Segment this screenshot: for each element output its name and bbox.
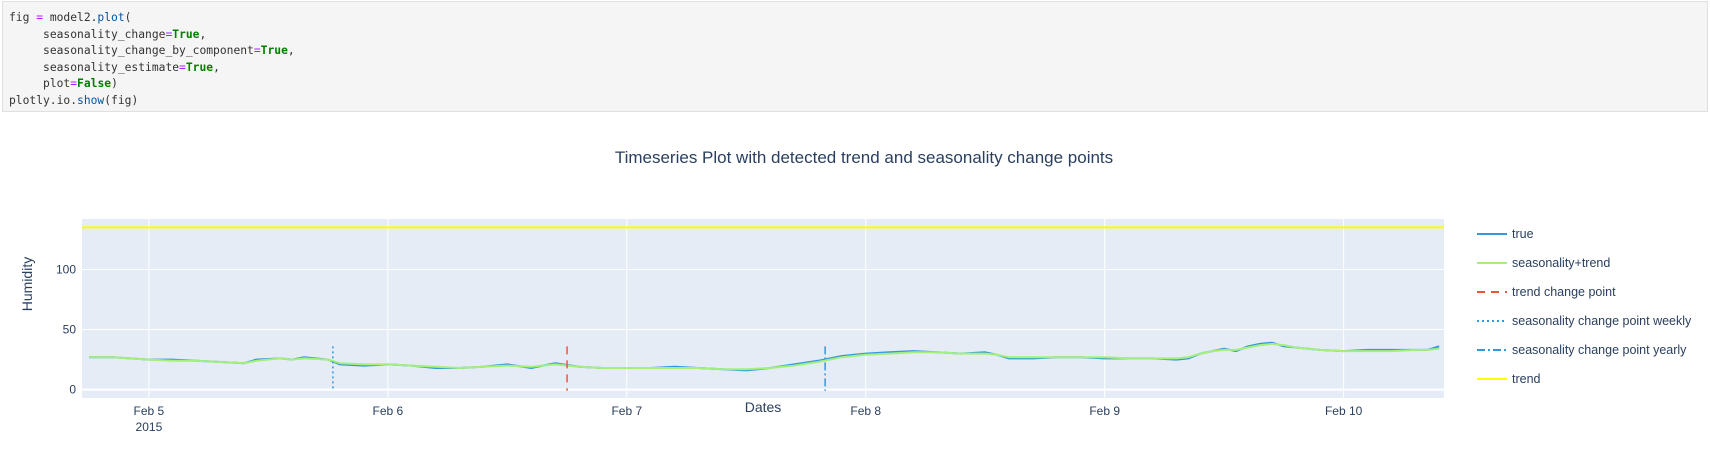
code-token: ): [111, 77, 118, 91]
legend-item[interactable]: trend: [1477, 372, 1541, 386]
code-token: True: [185, 60, 214, 74]
code-token: seasonality_change_by_component: [43, 44, 254, 58]
legend-item[interactable]: seasonality change point yearly: [1477, 343, 1687, 357]
code-token: show: [77, 93, 105, 107]
legend-item[interactable]: trend change point: [1477, 285, 1616, 299]
code-token: (: [124, 11, 132, 24]
chart-title: Timeseries Plot with detected trend and …: [615, 148, 1113, 167]
code-token: plot: [43, 77, 71, 91]
code-token: =: [253, 44, 261, 58]
code-token: False: [77, 77, 112, 91]
legend-item[interactable]: seasonality+trend: [1477, 256, 1610, 270]
x-tick-label: Feb 9: [1089, 404, 1120, 418]
code-token: fig: [9, 11, 30, 24]
timeseries-chart[interactable]: Timeseries Plot with detected trend and …: [0, 112, 1710, 464]
code-token: ,: [199, 27, 207, 41]
y-tick-label: 0: [69, 383, 76, 397]
x-tick-label: Feb 10: [1325, 404, 1363, 418]
code-token: seasonality_estimate: [43, 60, 180, 74]
legend-label: seasonality change point yearly: [1512, 343, 1687, 357]
y-axis-ticks: 0 50 100: [56, 262, 76, 396]
code-cell[interactable]: fig = model2.plot( seasonality_change=Tr…: [2, 1, 1708, 112]
x-tick-label: Feb 7: [611, 404, 642, 418]
code-token: model2.: [49, 11, 98, 24]
code-token: ,: [287, 44, 295, 58]
code-token: plot: [97, 11, 125, 24]
y-tick-label: 100: [56, 262, 76, 276]
legend-item[interactable]: true: [1477, 227, 1534, 241]
legend-label: true: [1512, 227, 1534, 241]
legend-label: seasonality+trend: [1512, 256, 1610, 270]
x-tick-sublabel: 2015: [136, 420, 163, 434]
legend[interactable]: true seasonality+trend trend change point s…: [1477, 227, 1692, 386]
x-tick-label: Feb 8: [850, 404, 881, 418]
legend-label: trend: [1512, 372, 1541, 386]
plot-area[interactable]: [82, 219, 1444, 398]
legend-label: trend change point: [1512, 285, 1616, 299]
x-tick-label: Feb 6: [373, 404, 404, 418]
y-axis-title: Humidity: [19, 257, 35, 311]
y-tick-label: 50: [63, 323, 77, 337]
x-axis-title: Dates: [745, 399, 782, 415]
code-token: True: [172, 27, 200, 41]
code-token: (fig): [104, 93, 139, 107]
legend-item[interactable]: seasonality change point weekly: [1477, 314, 1692, 328]
code-block: fig = model2.plot( seasonality_change=Tr…: [3, 2, 1707, 118]
legend-label: seasonality change point weekly: [1512, 314, 1692, 328]
code-token: =: [29, 11, 50, 24]
code-token: True: [260, 44, 288, 58]
code-token: =: [179, 60, 186, 74]
code-token: ,: [213, 60, 220, 74]
code-token: plotly.io.: [9, 93, 78, 107]
x-tick-label: Feb 5: [134, 404, 165, 418]
code-token: seasonality_change: [43, 27, 166, 41]
